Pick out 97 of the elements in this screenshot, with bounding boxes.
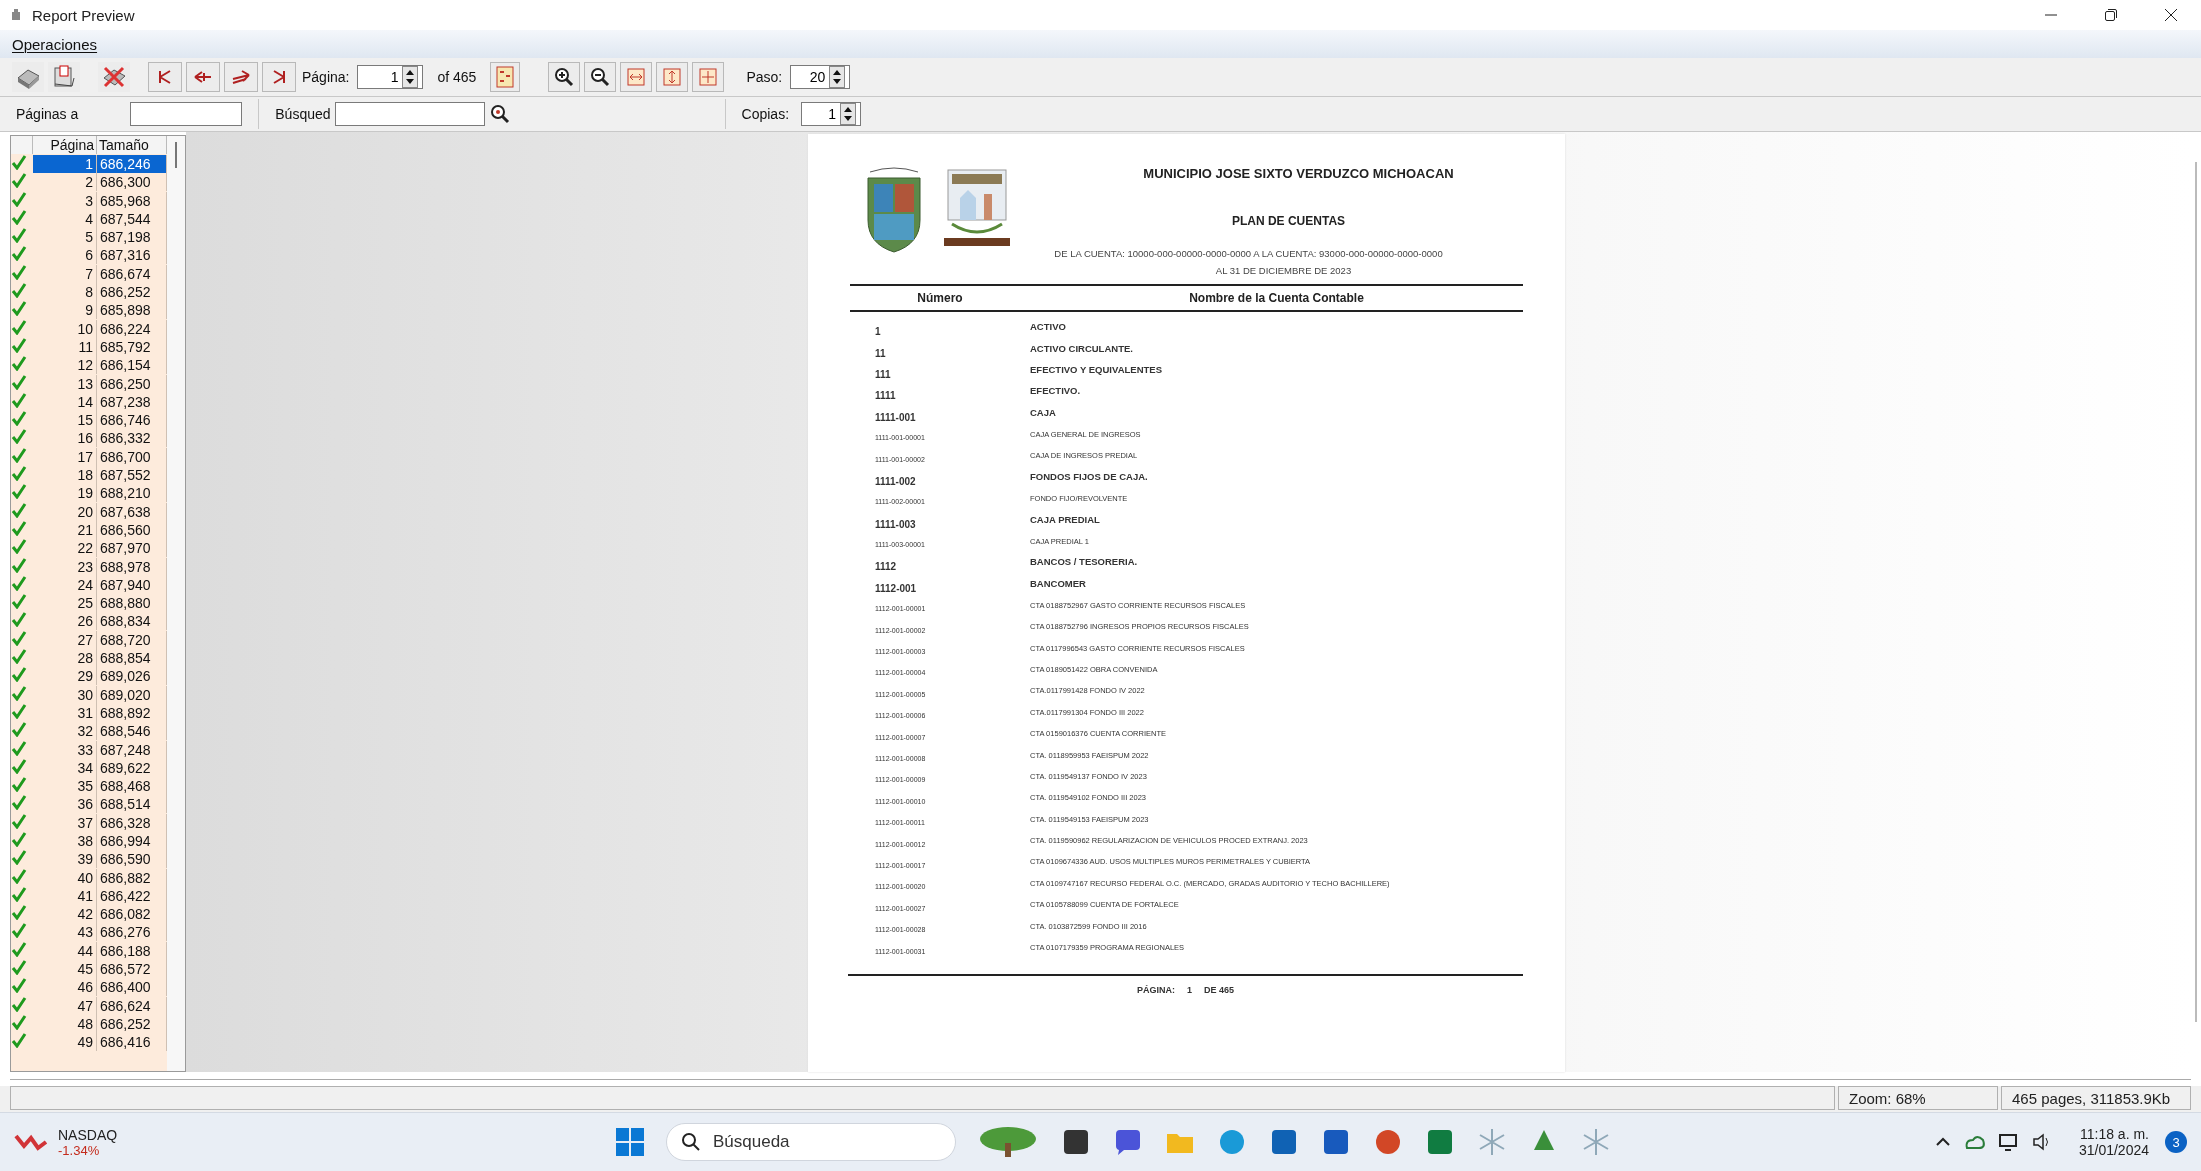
page-number-cell[interactable]: 13 (33, 374, 97, 393)
page-number-cell[interactable]: 41 (33, 886, 97, 905)
pages-range-label: Páginas a (16, 106, 79, 122)
step-label: Paso: (746, 69, 783, 85)
account-number: 1112 (875, 560, 897, 573)
page-number-cell[interactable]: 7 (33, 264, 97, 283)
page-number-cell[interactable]: 14 (33, 392, 97, 411)
page-number-cell[interactable]: 38 (33, 832, 97, 850)
account-name: BANCOS / TESORERIA. (1030, 556, 1138, 570)
page-number-cell[interactable]: 49 (33, 1033, 97, 1052)
column-header: Nombre de la Cuenta Contable (1188, 291, 1365, 305)
page-number-cell[interactable]: 16 (33, 429, 97, 448)
account-name: ACTIVO CIRCULANTE. (1030, 342, 1133, 356)
page-number-cell[interactable]: 19 (33, 484, 97, 503)
clock-date: 31/01/2024 (2078, 1142, 2149, 1158)
page-label: Página: (302, 69, 350, 85)
page-number-cell[interactable]: 32 (33, 722, 97, 741)
page-number-cell[interactable]: 33 (33, 740, 97, 759)
page-number-cell[interactable]: 36 (33, 795, 97, 814)
page-number-cell[interactable]: 35 (33, 777, 97, 796)
account-number: 1111-001 (875, 410, 916, 423)
page-number-cell[interactable]: 34 (33, 758, 97, 777)
step-field[interactable]: 20 (790, 65, 851, 89)
page-number-cell[interactable]: 39 (33, 850, 97, 869)
page-footer-total: DE 465 (1204, 984, 1234, 995)
status-zoom: Zoom: 68% (1838, 1086, 1998, 1110)
page-number-cell[interactable]: 15 (33, 411, 97, 430)
account-name: BANCOMER (1030, 577, 1086, 591)
account-name: CAJA PREDIAL (1030, 513, 1100, 527)
report-title: MUNICIPIO JOSE SIXTO VERDUZCO MICHOACAN (1143, 166, 1454, 181)
account-name: FONDOS FIJOS DE CAJA. (1030, 470, 1148, 484)
column-header: Número (916, 291, 964, 305)
page-footer-number: 1 (1186, 984, 1192, 995)
page-number-cell[interactable]: 17 (33, 447, 97, 466)
page-number-cell[interactable]: 26 (33, 612, 97, 631)
account-range: DE LA CUENTA: 10000-000-00000-0000-0000 A LA CUENTA: 93000-000-00000-0000-0000 (1054, 248, 1443, 259)
page-number-cell[interactable]: 24 (33, 575, 97, 594)
account-number: 1112-001 (875, 581, 917, 594)
page-number-cell[interactable]: 10 (33, 319, 97, 338)
account-name: ACTIVO (1030, 321, 1066, 335)
page-number-cell[interactable]: 25 (33, 594, 97, 613)
account-number: 111 (875, 367, 891, 380)
page-number-cell[interactable]: 27 (33, 630, 97, 649)
account-number: 1 (875, 325, 881, 338)
page-number-cell[interactable]: 9 (33, 301, 97, 320)
page-number-cell[interactable]: 37 (33, 813, 97, 832)
page-number-field[interactable]: 1 (357, 65, 424, 89)
page-number-cell[interactable]: 23 (33, 557, 97, 576)
page-number-cell[interactable]: 28 (33, 649, 97, 667)
search-label: Búsqued (275, 106, 331, 122)
page-number-cell[interactable]: 29 (33, 667, 97, 686)
account-name: CAJA (1030, 406, 1056, 420)
page-number-cell[interactable]: 2 (33, 173, 97, 192)
notification-badge[interactable]: 3 (2165, 1131, 2187, 1153)
account-number: 1111-002 (875, 474, 916, 487)
page-number-cell[interactable]: 44 (33, 941, 97, 960)
page-number-cell[interactable]: 46 (33, 978, 97, 997)
taskbar-search-field[interactable]: Búsqueda (666, 1123, 956, 1161)
page-number-cell[interactable]: 1 (33, 155, 97, 173)
page-number-cell[interactable]: 11 (33, 337, 97, 356)
page-number-cell[interactable]: 42 (33, 905, 97, 924)
menu-item[interactable]: Operaciones (12, 35, 98, 53)
page-number-cell[interactable]: 30 (33, 685, 97, 704)
account-number: 11 (875, 346, 886, 359)
column-header: Página (33, 136, 97, 154)
account-name: EFECTIVO Y EQUIVALENTES (1030, 363, 1162, 377)
page-total-label: of 465 (437, 69, 477, 85)
page-number-cell[interactable]: 43 (33, 923, 97, 942)
report-date: AL 31 DE DICIEMBRE DE 2023 (1215, 265, 1352, 276)
page-number-cell[interactable]: 45 (33, 960, 97, 979)
stock-name: NASDAQ (58, 1126, 118, 1143)
clock-time: 11:18 a. m. (2080, 1126, 2149, 1142)
account-name: EFECTIVO. (1030, 385, 1081, 399)
account-number: 1111 (875, 389, 896, 402)
account-number: 1111-003 (875, 517, 916, 530)
status-info: 465 pages, 311853.9Kb (2001, 1086, 2191, 1110)
window-title: Report Preview (32, 6, 135, 24)
page-footer-label: PÁGINA: (1136, 984, 1175, 995)
page-number-cell[interactable]: 18 (33, 466, 97, 485)
page-number-cell[interactable]: 3 (33, 191, 97, 210)
report-subtitle: PLAN DE CUENTAS (1231, 214, 1346, 228)
copies-field[interactable]: 1 (801, 102, 862, 126)
page-number-cell[interactable]: 31 (33, 703, 97, 722)
page-number-cell[interactable]: 40 (33, 868, 97, 887)
copies-label: Copias: (741, 106, 790, 122)
page-number-cell[interactable]: 21 (33, 520, 97, 539)
page-size-cell: 686,246 (97, 155, 167, 173)
page-number-cell[interactable]: 8 (33, 283, 97, 302)
stock-change: -1.34% (58, 1142, 100, 1158)
page-number-cell[interactable]: 20 (33, 502, 97, 521)
page-number-cell[interactable]: 48 (33, 1014, 97, 1033)
page-number-cell[interactable]: 4 (33, 209, 97, 228)
page-number-cell[interactable]: 12 (33, 356, 97, 375)
page-number-cell[interactable]: 6 (33, 246, 97, 265)
page-number-cell[interactable]: 22 (33, 539, 97, 558)
page-number-cell[interactable]: 47 (33, 996, 97, 1015)
page-number-cell[interactable]: 5 (33, 228, 97, 247)
